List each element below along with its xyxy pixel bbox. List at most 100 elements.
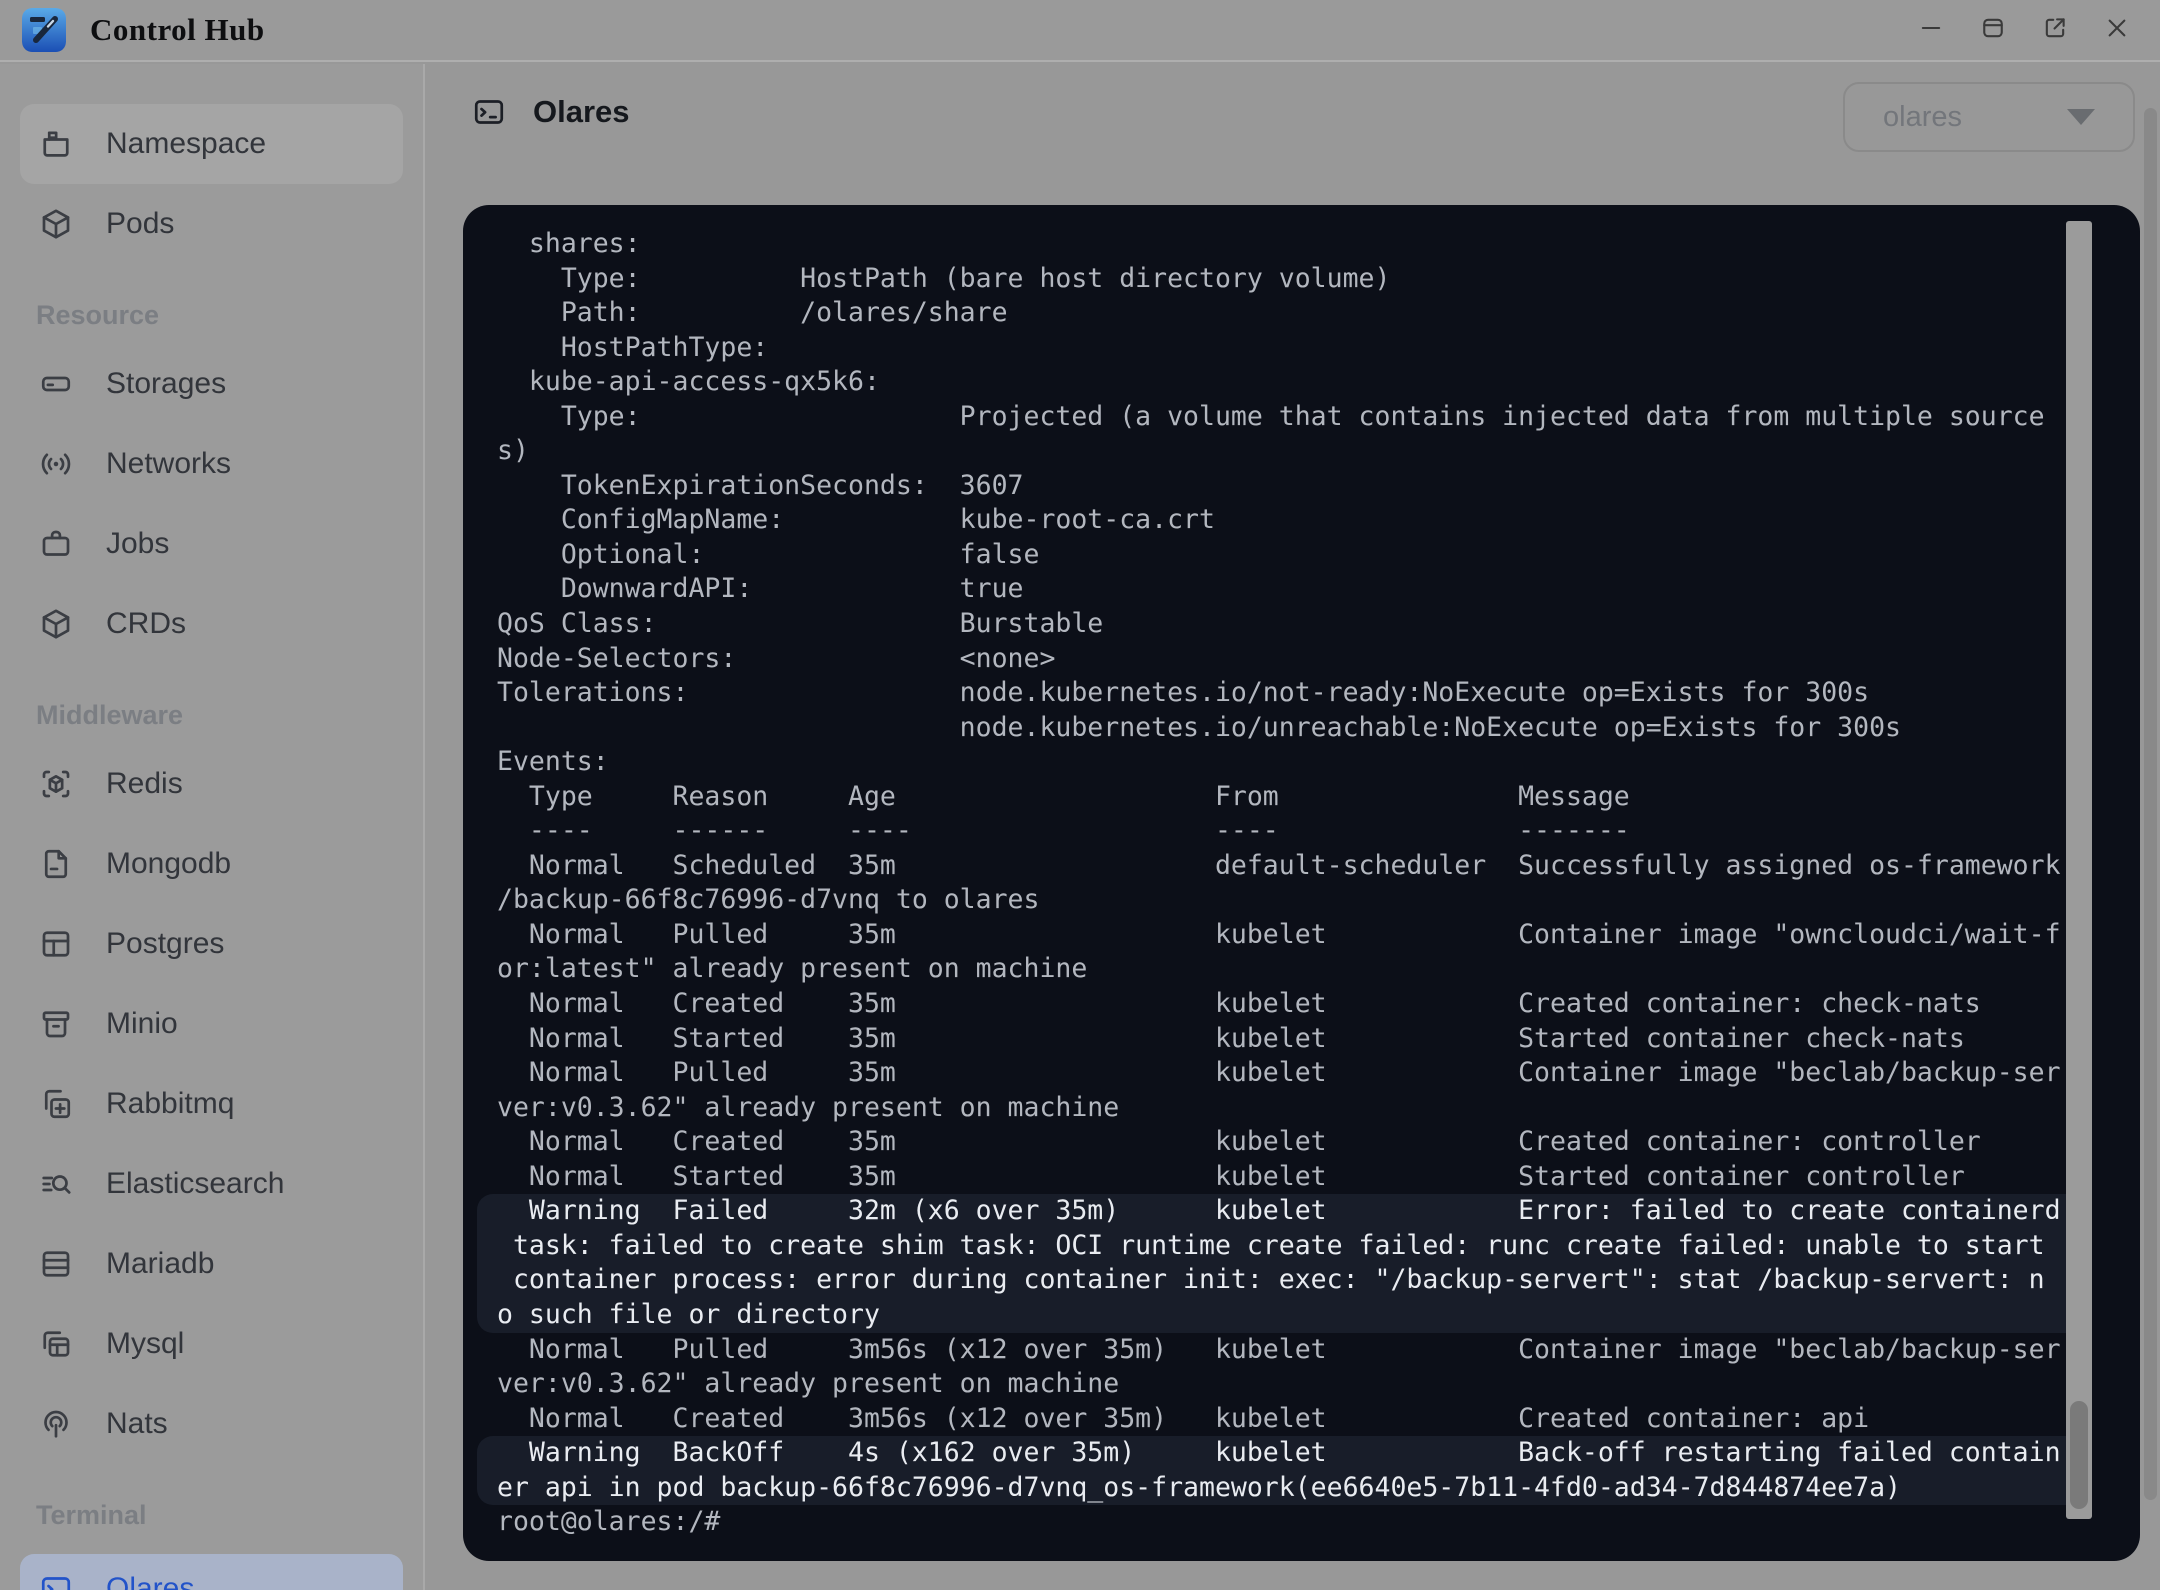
titlebar: Control Hub — [0, 0, 2160, 62]
terminal-line: Normal Pulled 35m kubelet Container imag… — [497, 918, 2061, 950]
sidebar-item-label: Olares — [106, 1572, 195, 1590]
terminal-line: ---- ------ ---- ---- ------- — [497, 815, 1630, 847]
sidebar-item-elasticsearch[interactable]: Elasticsearch — [20, 1144, 403, 1224]
cube-icon — [38, 606, 74, 642]
terminal-line: node.kubernetes.io/unreachable:NoExecute… — [497, 711, 1901, 743]
close-icon — [2103, 14, 2131, 47]
terminal-line: Events: — [497, 746, 609, 778]
sidebar-item-postgres[interactable]: Postgres — [20, 904, 403, 984]
terminal-line: Tolerations: node.kubernetes.io/not-read… — [497, 677, 1870, 709]
open-in-new-button[interactable] — [2040, 15, 2070, 45]
terminal-scrollbar-track[interactable] — [2066, 221, 2092, 1519]
terminal-output: shares: Type: HostPath (bare host direct… — [477, 227, 2082, 1540]
control-hub-window: Control Hub Namespace Pods Resource Storage… — [0, 0, 2160, 1590]
terminal-line: DownwardAPI: true — [497, 573, 1024, 605]
window-controls — [1916, 15, 2132, 45]
broadcast-icon — [38, 446, 74, 482]
page-title: Olares — [533, 94, 630, 129]
terminal-line: Normal Pulled 3m56s (x12 over 35m) kubel… — [497, 1333, 2061, 1365]
sidebar-item-jobs[interactable]: Jobs — [20, 504, 403, 584]
terminal-line: shares: — [497, 228, 641, 259]
sidebar-item-label: Pods — [106, 207, 175, 240]
sidebar-item-olares[interactable]: Olares — [20, 1554, 403, 1590]
table-icon — [38, 926, 74, 962]
sidebar-item-namespace[interactable]: Namespace — [20, 104, 403, 184]
main-header: Olares olares — [427, 64, 2160, 204]
sidebar-item-crds[interactable]: CRDs — [20, 584, 403, 664]
sidebar-item-redis[interactable]: Redis — [20, 744, 403, 824]
terminal-icon — [38, 1571, 74, 1590]
terminal-line: task: failed to create shim task: OCI ru… — [497, 1229, 2045, 1261]
sidebar-item-label: Mysql — [106, 1327, 185, 1360]
terminal-line: Normal Pulled 35m kubelet Container imag… — [497, 1057, 2061, 1089]
terminal-line: Normal Created 35m kubelet Created conta… — [497, 988, 1981, 1020]
terminal-line: Warning BackOff 4s (x162 over 35m) kubel… — [497, 1437, 2061, 1469]
minimize-icon — [1917, 14, 1945, 47]
sidebar-item-minio[interactable]: Minio — [20, 984, 403, 1064]
section-label-terminal: Terminal — [36, 1499, 147, 1530]
sidebar-item-rabbitmq[interactable]: Rabbitmq — [20, 1064, 403, 1144]
server-rows-icon — [38, 1246, 74, 1282]
maximize-button[interactable] — [1978, 15, 2008, 45]
minimize-button[interactable] — [1916, 15, 1946, 45]
terminal-line: Node-Selectors: <none> — [497, 642, 1056, 674]
search-list-icon — [38, 1166, 74, 1202]
sidebar-item-label: Postgres — [106, 927, 225, 960]
terminal-line: HostPathType: — [497, 331, 801, 363]
cube-icon — [38, 206, 74, 242]
terminal-line: Type: Projected (a volume that contains … — [497, 400, 2045, 432]
terminal-line: Path: /olares/share — [497, 297, 1008, 329]
caret-down-icon — [2067, 109, 2095, 125]
terminal-line: TokenExpirationSeconds: 3607 — [497, 469, 1024, 501]
sidebar-item-label: CRDs — [106, 607, 186, 640]
sidebar-item-label: Rabbitmq — [106, 1087, 235, 1120]
cube-scan-icon — [38, 766, 74, 802]
terminal-panel[interactable]: shares: Type: HostPath (bare host direct… — [463, 205, 2140, 1561]
sidebar-item-label: Elasticsearch — [106, 1167, 285, 1200]
terminal-line: Normal Scheduled 35m default-scheduler S… — [497, 849, 2061, 881]
copy-plus-icon — [38, 1086, 74, 1122]
terminal-line: Normal Started 35m kubelet Started conta… — [497, 1022, 1965, 1054]
sidebar-item-label: Redis — [106, 767, 183, 800]
sidebar-scrollbar-thumb[interactable] — [2144, 108, 2157, 1500]
sidebar-item-label: Nats — [106, 1407, 168, 1440]
sidebar-item-mariadb[interactable]: Mariadb — [20, 1224, 403, 1304]
terminal-line: er api in pod backup-66f8c76996-d7vnq_os… — [497, 1471, 1901, 1503]
document-icon — [38, 846, 74, 882]
sidebar-item-mongodb[interactable]: Mongodb — [20, 824, 403, 904]
terminal-line: /backup-66f8c76996-d7vnq to olares — [497, 884, 1040, 916]
sidebar-item-label: Mongodb — [106, 847, 232, 880]
section-label-resource: Resource — [36, 299, 160, 330]
terminal-line: root@olares:/# — [497, 1506, 721, 1538]
terminal-line: QoS Class: Burstable — [497, 608, 1104, 640]
sidebar-item-label: Storages — [106, 367, 227, 400]
terminal-line: Warning Failed 32m (x6 over 35m) kubelet… — [497, 1195, 2061, 1227]
terminal-line: or:latest" already present on machine — [497, 953, 1088, 985]
sidebar-item-label: Networks — [106, 447, 232, 480]
sidebar-item-networks[interactable]: Networks — [20, 424, 403, 504]
sidebar-item-storages[interactable]: Storages — [20, 344, 403, 424]
archive-icon — [38, 1006, 74, 1042]
sidebar-item-label: Namespace — [106, 127, 267, 160]
namespace-select-value: olares — [1883, 100, 1962, 133]
namespace-select[interactable]: olares — [1843, 82, 2135, 152]
terminal-line: Normal Started 35m kubelet Started conta… — [497, 1160, 1965, 1192]
sidebar-item-nats[interactable]: Nats — [20, 1384, 403, 1464]
sidebar-item-label: Jobs — [106, 527, 170, 560]
terminal-line: Normal Created 35m kubelet Created conta… — [497, 1126, 1981, 1158]
sidebar-item-mysql[interactable]: Mysql — [20, 1304, 403, 1384]
app-title: Control Hub — [90, 12, 265, 47]
close-button[interactable] — [2102, 15, 2132, 45]
terminal-scrollbar-thumb[interactable] — [2070, 1401, 2088, 1509]
antenna-icon — [38, 1406, 74, 1442]
terminal-line: kube-api-access-qx5k6: — [497, 366, 880, 398]
terminal-line: ver:v0.3.62" already present on machine — [497, 1368, 1120, 1400]
terminal-line: Type: HostPath (bare host directory volu… — [497, 262, 1391, 294]
sidebar-item-pods[interactable]: Pods — [20, 184, 403, 264]
storage-icon — [38, 366, 74, 402]
terminal-line: ver:v0.3.62" already present on machine — [497, 1091, 1120, 1123]
maximize-icon — [1979, 14, 2007, 47]
app-logo-icon — [22, 8, 66, 52]
terminal-line: Optional: false — [497, 538, 1040, 570]
terminal-line: ConfigMapName: kube-root-ca.crt — [497, 504, 1215, 536]
